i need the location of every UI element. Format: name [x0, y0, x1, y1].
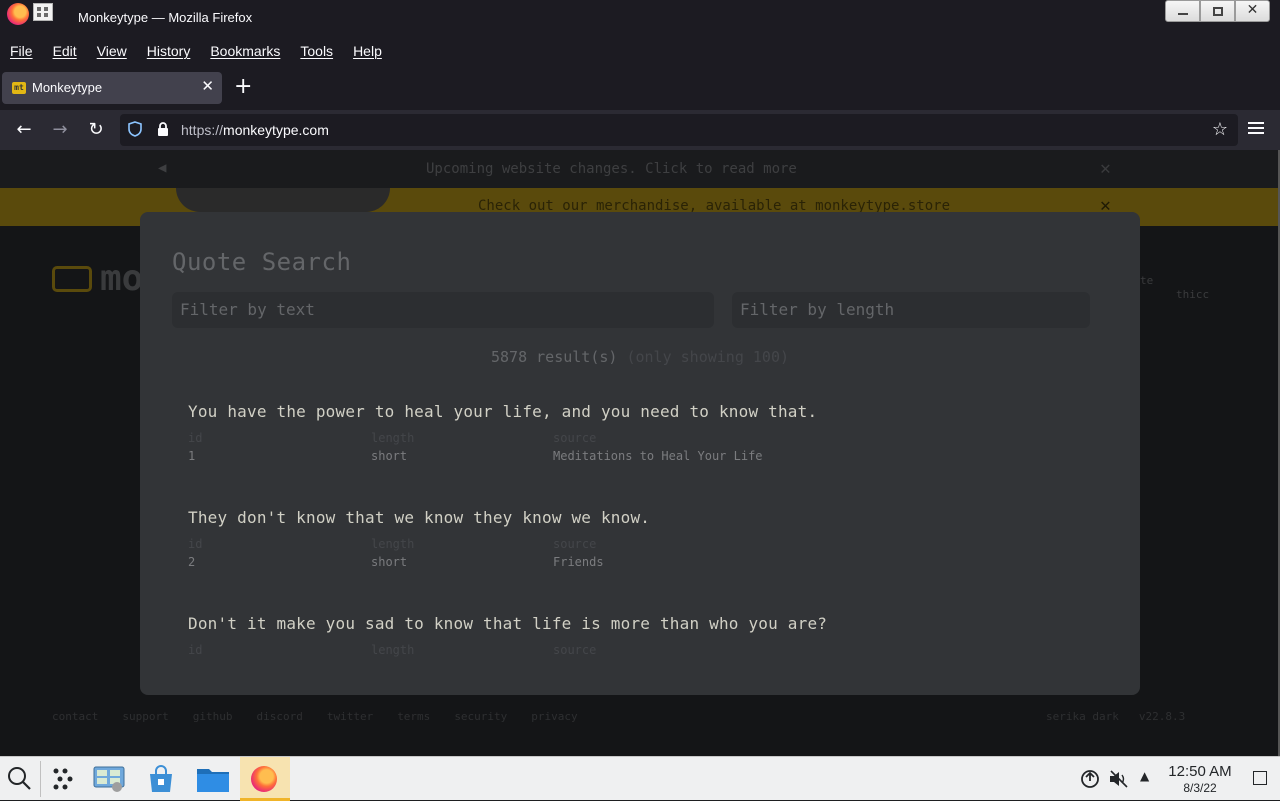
back-button[interactable]: ← [12, 118, 36, 142]
file-manager-icon[interactable] [196, 765, 230, 793]
taskbar: ▲ 12:50 AM 8/3/22 [0, 756, 1280, 801]
footer-right: serika dark v22.8.3 [1046, 710, 1185, 723]
lock-icon[interactable] [156, 121, 170, 137]
show-desktop-icon[interactable] [1253, 771, 1267, 785]
taskbar-firefox-active[interactable] [240, 757, 290, 801]
menu-bookmarks[interactable]: Bookmarks [210, 43, 280, 59]
close-icon: ✕ [1246, 2, 1259, 18]
footer-link-support[interactable]: support [122, 710, 168, 723]
maximize-button[interactable] [1200, 0, 1235, 22]
tab-monkeytype[interactable]: mt Monkeytype ✕ [2, 72, 222, 104]
theme-button[interactable]: serika dark [1046, 710, 1119, 723]
menu-edit[interactable]: Edit [53, 43, 77, 59]
minimize-button[interactable] [1165, 0, 1200, 22]
notice-banner-text[interactable]: Upcoming website changes. Click to read … [426, 161, 797, 177]
quote-meta: id 2 length short source Friends [188, 537, 604, 569]
close-button[interactable]: ✕ [1235, 0, 1270, 22]
url-bar[interactable]: https://monkeytype.com ☆ [120, 114, 1238, 146]
maximize-icon [1213, 7, 1223, 16]
result-count: 5878 result(s) [490, 348, 618, 366]
result-note: (only showing 100) [626, 348, 790, 366]
window-controls: ✕ [1165, 0, 1272, 22]
system-settings-icon[interactable] [93, 765, 125, 793]
menu-tools[interactable]: Tools [300, 43, 333, 59]
menu-bar: File Edit View History Bookmarks Tools H… [0, 36, 1280, 66]
volume-muted-icon[interactable] [1108, 769, 1130, 789]
footer-links: contact support github discord twitter t… [52, 710, 578, 723]
url-text[interactable]: https://monkeytype.com [181, 122, 329, 138]
quote-text[interactable]: Don't it make you sad to know that life … [188, 614, 1108, 633]
taskbar-separator [40, 761, 41, 797]
page-content: ◀ Upcoming website changes. Click to rea… [0, 150, 1278, 756]
minimize-icon [1178, 13, 1188, 15]
footer-link-privacy[interactable]: privacy [531, 710, 577, 723]
quote-item[interactable]: You have the power to heal your life, an… [188, 402, 1108, 467]
menu-view[interactable]: View [97, 43, 127, 59]
version-label[interactable]: v22.8.3 [1139, 710, 1185, 723]
quote-meta: id 1 length short source Meditations to Hea… [188, 431, 763, 463]
software-store-icon[interactable] [146, 765, 176, 793]
quote-source: Meditations to Heal Your Life [553, 449, 763, 463]
menu-file[interactable]: File [10, 43, 33, 59]
results-summary: 5878 result(s) (only showing 100) [140, 348, 1140, 366]
tab-close-icon[interactable]: ✕ [201, 77, 214, 95]
merch-banner-image [176, 188, 390, 212]
firefox-icon [251, 766, 277, 792]
quote-id: 2 [188, 555, 196, 569]
logo-text[interactable]: mo [100, 258, 143, 299]
notice-banner[interactable]: ◀ Upcoming website changes. Click to rea… [0, 150, 1278, 188]
footer-link-security[interactable]: security [454, 710, 507, 723]
quote-item[interactable]: They don't know that we know they know w… [188, 508, 1108, 573]
quote-length: short [371, 555, 408, 569]
quote-meta: id length source [188, 643, 597, 657]
footer-link-twitter[interactable]: twitter [327, 710, 373, 723]
quote-text[interactable]: You have the power to heal your life, an… [188, 402, 1108, 421]
monkeytype-logo-icon[interactable] [52, 266, 92, 292]
footer-link-discord[interactable]: discord [256, 710, 302, 723]
tracking-protection-shield-icon[interactable] [128, 121, 142, 137]
reload-button[interactable]: ↻ [84, 118, 108, 142]
navigation-bar: ← → ↻ https://monkeytype.com ☆ [0, 110, 1280, 150]
megaphone-icon: ◀ [158, 160, 167, 176]
menu-help[interactable]: Help [353, 43, 382, 59]
quote-id: 1 [188, 449, 196, 463]
quote-text[interactable]: They don't know that we know they know w… [188, 508, 1108, 527]
quote-source: Friends [553, 555, 604, 569]
tab-label: Monkeytype [32, 80, 103, 95]
top-right-info: te thicc [1140, 274, 1210, 301]
window-title: Monkeytype — Mozilla Firefox [78, 10, 253, 25]
footer-link-terms[interactable]: terms [397, 710, 430, 723]
window-menu-icon[interactable] [33, 3, 53, 21]
filter-by-text-input[interactable]: Filter by text [172, 292, 714, 328]
menu-history[interactable]: History [147, 43, 191, 59]
firefox-logo-icon [7, 3, 29, 25]
footer-link-github[interactable]: github [193, 710, 233, 723]
app-menu-icon[interactable] [1248, 122, 1264, 136]
quote-item[interactable]: Don't it make you sad to know that life … [188, 614, 1108, 679]
quote-search-modal: Quote Search Filter by text Filter by le… [140, 212, 1140, 695]
forward-button[interactable]: → [48, 118, 72, 142]
notice-banner-close-icon[interactable]: ✕ [1100, 158, 1111, 179]
activities-icon[interactable] [50, 767, 76, 791]
tray-expand-icon[interactable]: ▲ [1140, 769, 1149, 783]
network-icon[interactable] [1080, 769, 1100, 789]
quote-length: short [371, 449, 408, 463]
bookmark-star-icon[interactable]: ☆ [1212, 119, 1228, 140]
window-titlebar: Monkeytype — Mozilla Firefox ✕ [0, 0, 1280, 36]
tab-strip: mt Monkeytype ✕ + [0, 66, 1280, 110]
clock-time[interactable]: 12:50 AM [1162, 763, 1238, 780]
footer-link-contact[interactable]: contact [52, 710, 98, 723]
new-tab-button[interactable]: + [234, 76, 252, 98]
modal-title: Quote Search [172, 248, 352, 276]
clock-date[interactable]: 8/3/22 [1162, 781, 1238, 795]
search-icon[interactable] [6, 765, 32, 791]
filter-by-length-select[interactable]: Filter by length [732, 292, 1090, 328]
monkeytype-favicon-icon: mt [12, 82, 26, 94]
